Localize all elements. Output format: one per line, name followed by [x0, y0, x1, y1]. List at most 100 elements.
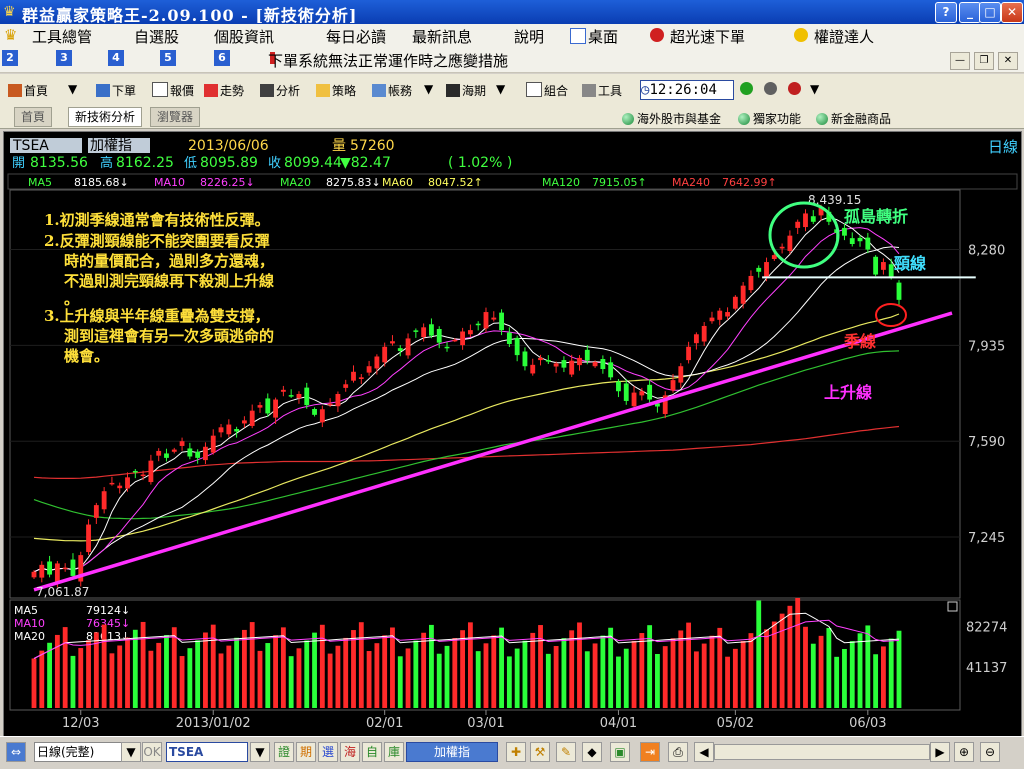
- volume-bar: [491, 635, 497, 708]
- candle-body: [857, 237, 863, 242]
- quick-button-3[interactable]: 3: [56, 50, 72, 66]
- emergency-notice-link[interactable]: 下單系統無法正常運作時之應變措施: [268, 50, 508, 71]
- strategy-button[interactable]: 策略: [316, 82, 356, 99]
- menu-daily-reading[interactable]: 每日必讀: [326, 26, 386, 47]
- tools-button[interactable]: 工具: [582, 82, 622, 99]
- maximize-button[interactable]: □: [979, 2, 1001, 23]
- home-button[interactable]: 首頁: [8, 82, 48, 99]
- print-icon[interactable]: ⎙: [668, 742, 688, 762]
- minimize-button[interactable]: _: [959, 2, 981, 23]
- volume-pane-close-icon[interactable]: [947, 601, 958, 612]
- status-gray-icon[interactable]: [764, 82, 777, 95]
- tag-overseas[interactable]: 海: [340, 742, 360, 762]
- menu-desktop[interactable]: 桌面: [588, 26, 618, 47]
- tag-stock[interactable]: 證: [274, 742, 294, 762]
- ma20-line: [33, 246, 900, 573]
- candle-body: [764, 262, 769, 278]
- note-3a: 3.上升線與半年線重疊為雙支撐，: [44, 307, 270, 325]
- export-icon[interactable]: ⇥: [640, 742, 660, 762]
- candle-body: [312, 409, 317, 415]
- period-select-arrow-icon[interactable]: ▼: [121, 742, 141, 762]
- status-red-icon[interactable]: [788, 82, 801, 95]
- child-restore-button[interactable]: ❐: [974, 52, 994, 70]
- account-button[interactable]: 帳務: [372, 82, 412, 99]
- status-green-icon[interactable]: [740, 82, 753, 95]
- child-minimize-button[interactable]: —: [950, 52, 970, 70]
- menu-latest-news[interactable]: 最新訊息: [412, 26, 472, 47]
- child-close-button[interactable]: ✕: [998, 52, 1018, 70]
- zoom-out-icon[interactable]: ⊖: [980, 742, 1000, 762]
- note-2d: 。: [64, 290, 79, 308]
- link-new-products[interactable]: 新金融商品: [816, 110, 891, 127]
- tab-tech-analysis[interactable]: 新技術分析: [68, 107, 143, 127]
- scroll-left-right-icon[interactable]: ⇔: [6, 742, 26, 762]
- menu-tools[interactable]: 工具總管: [32, 26, 92, 47]
- tab-home[interactable]: 首頁: [14, 107, 53, 127]
- tag-inventory[interactable]: 庫: [384, 742, 404, 762]
- ma-legend-value: 8275.83↓: [326, 176, 381, 189]
- combo-button[interactable]: 組合: [526, 82, 568, 99]
- horizontal-scrollbar[interactable]: [714, 744, 930, 760]
- quick-button-5[interactable]: 5: [160, 50, 176, 66]
- candle-body: [195, 451, 201, 458]
- ma60-line: [33, 313, 900, 542]
- candle-body: [179, 441, 185, 446]
- date-tick-label: 2013/01/02: [176, 716, 251, 731]
- candle-body: [803, 213, 808, 228]
- tag-futures[interactable]: 期: [296, 742, 316, 762]
- menu-stock-info[interactable]: 個股資訊: [214, 26, 274, 47]
- quote-button[interactable]: 報價: [152, 82, 194, 99]
- futures-dropdown-icon[interactable]: ▼: [496, 82, 505, 96]
- futures-button[interactable]: 海期: [446, 82, 486, 99]
- menu-fast-order[interactable]: 超光速下單: [670, 26, 745, 47]
- symbol-dropdown-icon[interactable]: ▼: [250, 742, 270, 762]
- tab-browser[interactable]: 瀏覽器: [150, 107, 201, 127]
- volume-tick-label: 41137: [966, 661, 1007, 676]
- scroll-right-icon[interactable]: ▶: [930, 742, 950, 762]
- candle-body: [849, 238, 855, 244]
- home-dropdown-icon[interactable]: ▼: [68, 82, 77, 96]
- price-volume-chart[interactable]: TSEA 加權指 2013/06/06 量 57260 日線 開 8135.56…: [4, 132, 1021, 736]
- eraser-icon[interactable]: ◆: [582, 742, 602, 762]
- tag-watchlist[interactable]: 自: [362, 742, 382, 762]
- quick-button-6[interactable]: 6: [214, 50, 230, 66]
- wrench-icon[interactable]: ⚒: [530, 742, 550, 762]
- volume-bar: [514, 648, 520, 708]
- note-3c: 機會。: [64, 347, 109, 365]
- menu-watchlist[interactable]: 自選股: [134, 26, 179, 47]
- excel-icon[interactable]: ▣: [610, 742, 630, 762]
- volume-bar: [335, 645, 341, 708]
- analysis-button[interactable]: 分析: [260, 82, 300, 99]
- symbol-input[interactable]: TSEA: [166, 742, 248, 762]
- status-dropdown-icon[interactable]: ▼: [810, 82, 819, 96]
- candle-body: [319, 409, 325, 423]
- help-button[interactable]: ?: [935, 2, 957, 23]
- ok-button[interactable]: OK: [142, 742, 162, 762]
- link-overseas-funds[interactable]: 海外股市與基金: [622, 110, 721, 127]
- candle-body: [296, 394, 302, 399]
- note-2c: 不過則測完頸線再下殺測上升線: [64, 272, 274, 290]
- chart-window[interactable]: TSEA 加權指 2013/06/06 量 57260 日線 開 8135.56…: [3, 131, 1022, 737]
- menu-help[interactable]: 說明: [514, 26, 544, 47]
- zoom-in-icon[interactable]: ⊕: [954, 742, 974, 762]
- crosshair-icon[interactable]: ✚: [506, 742, 526, 762]
- quick-button-2[interactable]: 2: [2, 50, 18, 66]
- candle-body: [39, 564, 45, 578]
- tag-options[interactable]: 選: [318, 742, 338, 762]
- candle-body: [475, 323, 481, 326]
- candle-body: [413, 330, 419, 332]
- pencil-icon[interactable]: ✎: [556, 742, 576, 762]
- account-dropdown-icon[interactable]: ▼: [424, 82, 433, 96]
- menu-warrant-expert[interactable]: 權證達人: [814, 26, 874, 47]
- order-button[interactable]: 下單: [96, 82, 136, 99]
- period-label[interactable]: 日線: [988, 138, 1018, 156]
- period-select[interactable]: 日線(完整): [34, 742, 122, 762]
- link-exclusive[interactable]: 獨家功能: [738, 110, 801, 127]
- ma-legend-label: MA60: [382, 176, 413, 189]
- close-button[interactable]: ✕: [1001, 2, 1023, 23]
- quick-button-4[interactable]: 4: [108, 50, 124, 66]
- volume-bar: [740, 641, 746, 708]
- candle-body: [210, 435, 216, 453]
- trend-button[interactable]: 走勢: [204, 82, 244, 99]
- scroll-left-icon[interactable]: ◀: [694, 742, 714, 762]
